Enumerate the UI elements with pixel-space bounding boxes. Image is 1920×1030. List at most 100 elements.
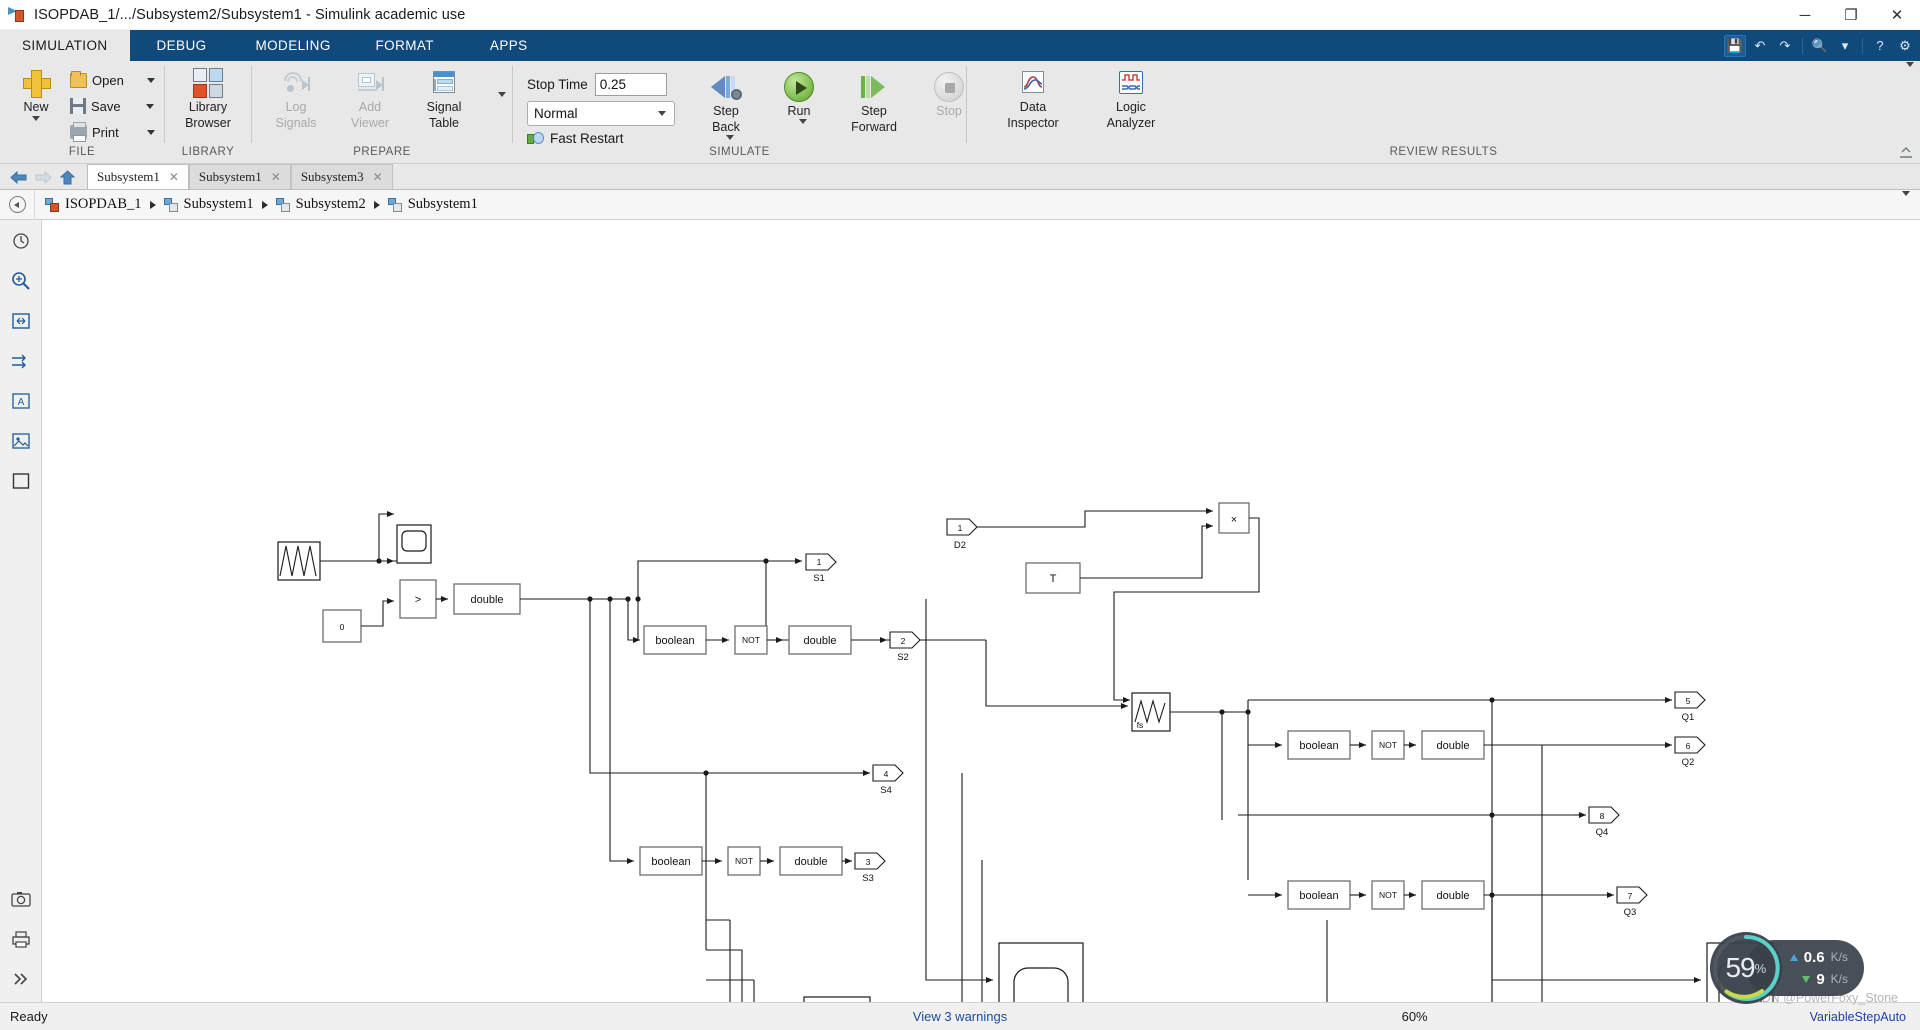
simulink-canvas[interactable]: .blk{fill:#ffffff;stroke:#6e6e6e;stroke-… bbox=[42, 220, 1920, 1002]
tab-apps[interactable]: APPS bbox=[457, 30, 561, 61]
tab-format[interactable]: FORMAT bbox=[353, 30, 457, 61]
outport-q3[interactable]: 7 Q3 bbox=[1616, 886, 1648, 918]
outport-q2[interactable]: 6 Q2 bbox=[1674, 736, 1706, 768]
zoom-level[interactable]: 60% bbox=[1402, 1009, 1428, 1024]
close-icon[interactable]: ✕ bbox=[271, 170, 281, 184]
simulation-mode-select[interactable]: Normal bbox=[527, 101, 675, 126]
new-button[interactable]: New bbox=[6, 65, 64, 121]
annotation-icon[interactable]: A bbox=[8, 388, 34, 414]
doc-tab-2[interactable]: Subsystem3 ✕ bbox=[290, 164, 393, 189]
tab-modeling[interactable]: MODELING bbox=[234, 30, 353, 61]
logical-not-3[interactable]: NOT bbox=[1371, 730, 1405, 760]
view-warnings-link[interactable]: View 3 warnings bbox=[913, 1009, 1007, 1024]
logic-analyzer-button[interactable]: Logic Analyzer bbox=[1095, 65, 1167, 130]
data-type-conversion-4[interactable]: double bbox=[1421, 730, 1485, 760]
library-browser-button[interactable]: Library Browser bbox=[171, 65, 245, 130]
breadcrumb-item-1[interactable]: Subsystem1 bbox=[163, 196, 254, 213]
stop-time-input[interactable] bbox=[594, 73, 667, 96]
data-type-conversion-boolean-4[interactable]: boolean bbox=[1287, 880, 1351, 910]
open-button[interactable]: Open bbox=[68, 68, 157, 92]
outport-q1[interactable]: 5 Q1 bbox=[1674, 691, 1706, 723]
data-type-conversion-boolean-3[interactable]: boolean bbox=[1287, 730, 1351, 760]
breadcrumb-item-3[interactable]: Subsystem1 bbox=[387, 196, 478, 213]
fast-restart-button[interactable]: Fast Restart bbox=[527, 131, 675, 146]
logical-not-1[interactable]: NOT bbox=[734, 625, 768, 655]
network-speed-overlay[interactable]: 59 % 0.6 K/s 9 K/s bbox=[1709, 932, 1864, 1004]
data-type-conversion-boolean-2[interactable]: boolean bbox=[639, 846, 703, 876]
fit-to-view-icon[interactable] bbox=[8, 308, 34, 334]
scope-block-3[interactable] bbox=[998, 942, 1084, 1002]
step-forward-button[interactable]: Step Forward bbox=[841, 69, 907, 134]
product-block[interactable]: × bbox=[1218, 502, 1250, 534]
logical-not-4[interactable]: NOT bbox=[1371, 880, 1405, 910]
simulation-mode-value: Normal bbox=[534, 106, 578, 121]
camera-icon[interactable] bbox=[8, 886, 34, 912]
constant-block[interactable]: 0 bbox=[322, 609, 362, 643]
expand-icon[interactable] bbox=[8, 966, 34, 992]
tab-debug[interactable]: DEBUG bbox=[130, 30, 234, 61]
data-type-conversion-2[interactable]: double bbox=[788, 625, 852, 655]
prepare-more-button[interactable] bbox=[490, 91, 506, 115]
run-button[interactable]: Run bbox=[771, 69, 827, 124]
outport-s2[interactable]: 2 S2 bbox=[889, 631, 921, 663]
ribbon-expand-button[interactable] bbox=[1898, 62, 1914, 85]
maximize-button[interactable]: ❐ bbox=[1828, 0, 1874, 30]
ribbon-collapse-button[interactable] bbox=[1898, 145, 1914, 161]
add-viewer-button[interactable]: Add Viewer bbox=[340, 65, 400, 130]
breadcrumb-dropdown-icon[interactable] bbox=[1894, 190, 1910, 214]
ribbon-group-simulate: Stop Time Normal Fast Restart Ste bbox=[513, 61, 966, 163]
pulse-generator-block[interactable]: fs bbox=[1131, 692, 1171, 732]
back-icon[interactable] bbox=[10, 170, 27, 185]
settings-icon[interactable]: ⚙ bbox=[1894, 35, 1916, 57]
help-icon[interactable]: ? bbox=[1869, 35, 1891, 57]
chevron-down-icon[interactable]: ▾ bbox=[1834, 35, 1856, 57]
breadcrumb-item-0[interactable]: ISOPDAB_1 bbox=[45, 196, 142, 213]
print-button[interactable]: Print bbox=[68, 120, 157, 144]
download-rate-row: 9 K/s bbox=[1790, 968, 1848, 990]
breadcrumb-item-2[interactable]: Subsystem2 bbox=[275, 196, 366, 213]
navigate-up-button[interactable] bbox=[0, 196, 34, 213]
signal-table-button[interactable]: Signal Table bbox=[414, 65, 474, 130]
up-icon[interactable] bbox=[59, 170, 77, 185]
log-signals-button[interactable]: Log Signals bbox=[266, 65, 326, 130]
relational-operator-block[interactable]: > bbox=[399, 579, 437, 619]
area-icon[interactable] bbox=[8, 468, 34, 494]
explore-icon[interactable] bbox=[8, 228, 34, 254]
close-icon[interactable]: ✕ bbox=[373, 170, 383, 184]
print-canvas-icon[interactable] bbox=[8, 926, 34, 952]
outport-s1[interactable]: 1 S1 bbox=[805, 553, 837, 584]
outport-s3[interactable]: 3 S3 bbox=[854, 852, 886, 884]
outport-q4[interactable]: 8 Q4 bbox=[1588, 806, 1620, 838]
close-button[interactable]: ✕ bbox=[1874, 0, 1920, 30]
doc-tab-1[interactable]: Subsystem1 ✕ bbox=[188, 164, 291, 189]
step-back-button[interactable]: Step Back bbox=[695, 69, 757, 140]
svg-text:double: double bbox=[803, 635, 836, 647]
save-button[interactable]: Save bbox=[68, 94, 157, 118]
svg-text:boolean: boolean bbox=[1299, 890, 1338, 902]
doc-tab-0[interactable]: Subsystem1 ✕ bbox=[87, 164, 189, 189]
minimize-button[interactable]: ─ bbox=[1782, 0, 1828, 30]
data-type-conversion-boolean-1[interactable]: boolean bbox=[643, 625, 707, 655]
data-type-conversion-3[interactable]: double bbox=[779, 846, 843, 876]
data-type-conversion-1[interactable]: double bbox=[453, 583, 521, 615]
outport-s4[interactable]: 4 S4 bbox=[872, 764, 904, 796]
search-icon[interactable]: 🔍 bbox=[1809, 35, 1831, 57]
image-icon[interactable] bbox=[8, 428, 34, 454]
zoom-icon[interactable] bbox=[8, 268, 34, 294]
logical-not-2[interactable]: NOT bbox=[727, 846, 761, 876]
data-type-conversion-5[interactable]: double bbox=[1421, 880, 1485, 910]
inport-d2[interactable]: 1 D2 bbox=[946, 518, 978, 551]
forward-icon[interactable] bbox=[35, 170, 52, 185]
save-quick-icon[interactable]: 💾 bbox=[1724, 34, 1746, 57]
arrow-down-icon bbox=[1802, 975, 1811, 983]
tab-simulation[interactable]: SIMULATION bbox=[0, 30, 130, 61]
transfer-block[interactable]: T bbox=[1025, 562, 1081, 594]
data-inspector-button[interactable]: Data Inspector bbox=[997, 65, 1069, 130]
subsystem-icon bbox=[387, 197, 403, 212]
scope-block-1[interactable] bbox=[396, 524, 432, 564]
undo-icon[interactable]: ↶ bbox=[1749, 35, 1771, 57]
repeating-sequence-block[interactable] bbox=[277, 541, 321, 581]
pan-icon[interactable] bbox=[8, 348, 34, 374]
redo-icon[interactable]: ↷ bbox=[1774, 35, 1796, 57]
close-icon[interactable]: ✕ bbox=[169, 170, 179, 184]
